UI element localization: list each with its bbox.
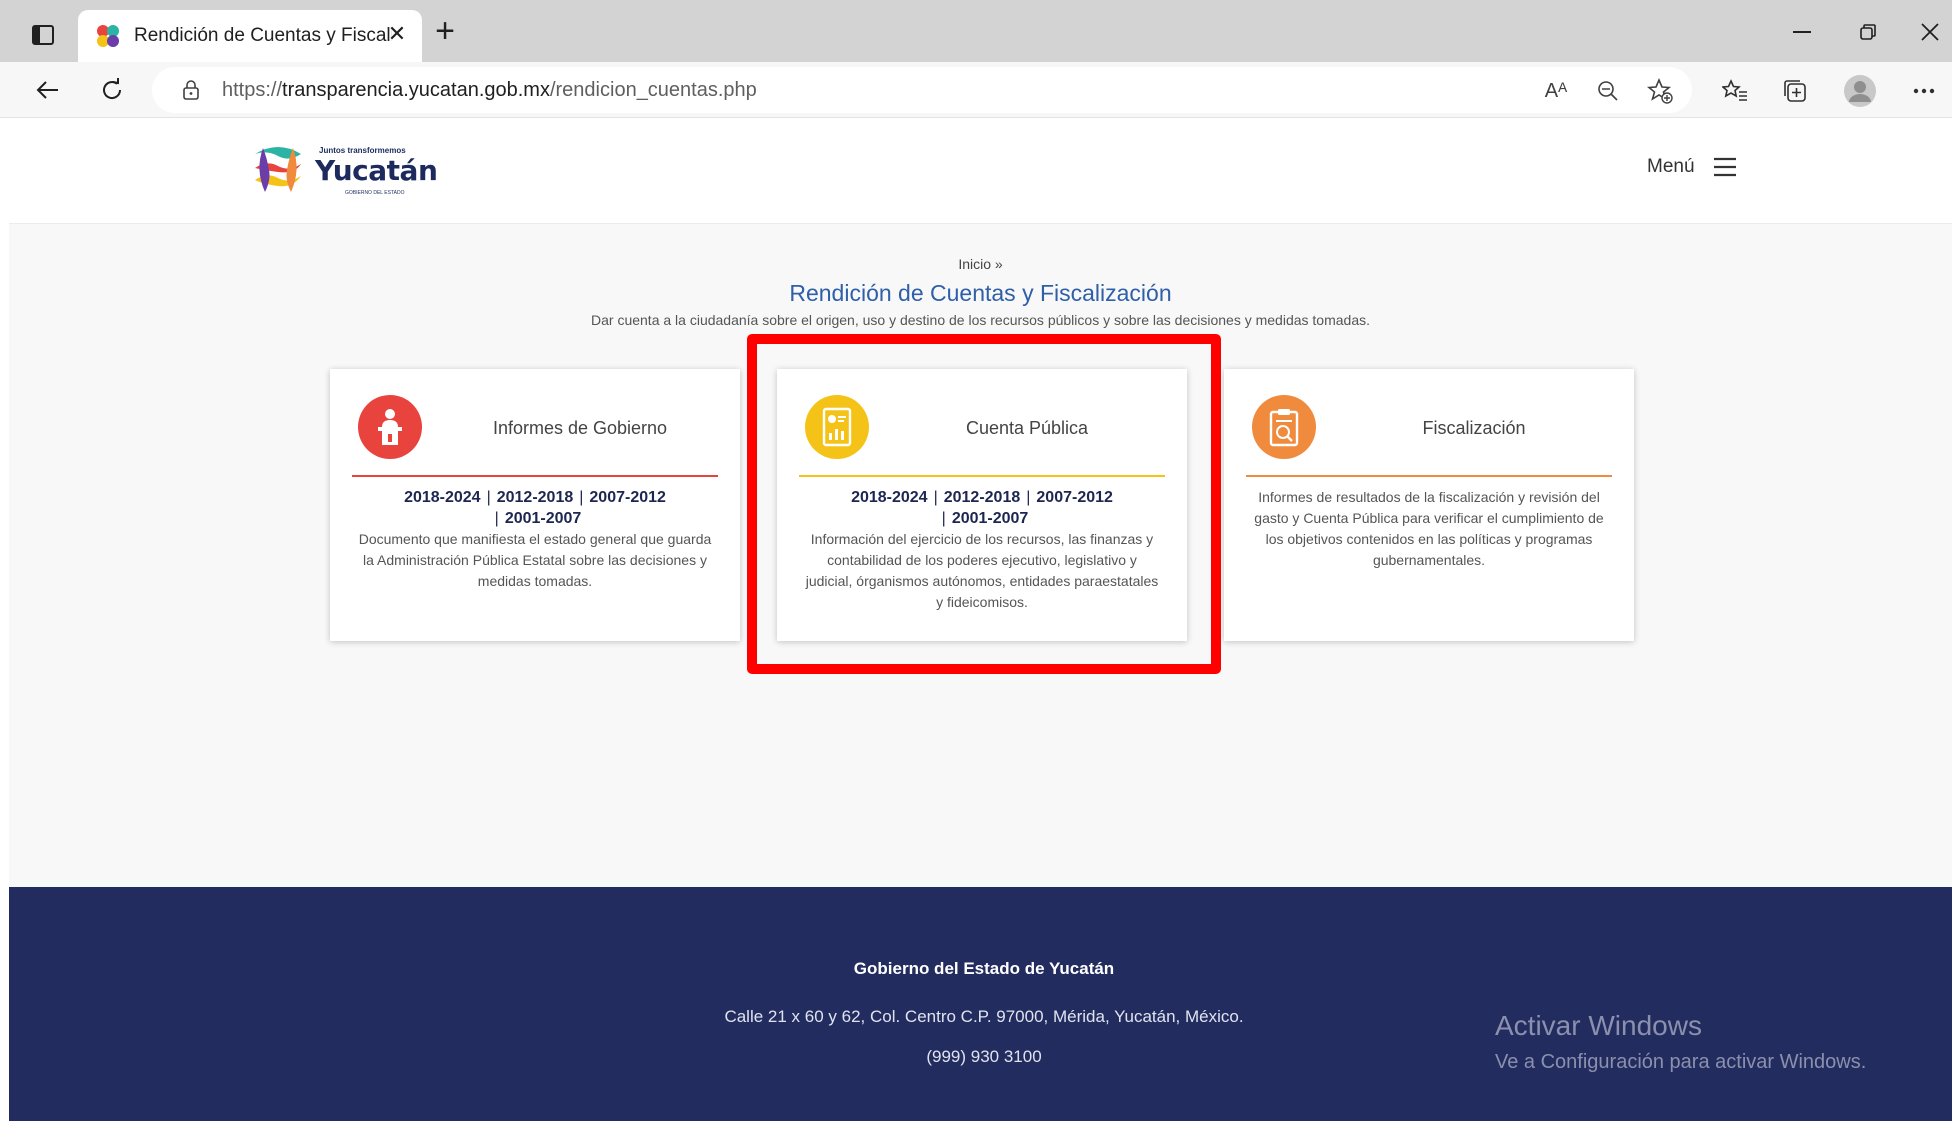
- page-subtitle: Dar cuenta a la ciudadanía sobre el orig…: [591, 312, 1370, 328]
- tab-close-icon[interactable]: ✕: [386, 24, 408, 46]
- more-options-icon[interactable]: [1907, 74, 1941, 108]
- hamburger-menu-icon: [1713, 157, 1736, 177]
- zoom-out-icon[interactable]: [1594, 77, 1622, 105]
- profile-avatar-icon[interactable]: [1843, 74, 1877, 108]
- read-aloud-icon[interactable]: Aᴬ: [1542, 77, 1570, 105]
- highlight-box: [747, 334, 1221, 674]
- url-host: transparencia.yucatan.gob.mx: [282, 79, 550, 101]
- card-divider: [352, 475, 718, 477]
- read-aloud-label: Aᴬ: [1544, 79, 1568, 102]
- card-description: Documento que manifiesta el estado gener…: [358, 531, 712, 589]
- yucatan-emblem-icon: [255, 147, 301, 192]
- menu-button[interactable]: Menú: [1647, 156, 1737, 178]
- back-arrow-icon[interactable]: [28, 72, 68, 108]
- page-title: Rendición de Cuentas y Fiscalización: [789, 280, 1172, 306]
- browser-address-bar: https://transparencia.yucatan.gob.mx/ren…: [0, 62, 1952, 118]
- favorites-icon[interactable]: [1718, 74, 1752, 108]
- logo-subtitle: GOBIERNO DEL ESTADO: [345, 190, 405, 196]
- year-link-2007-2012[interactable]: 2007-2012: [589, 489, 666, 506]
- podium-icon: [358, 395, 422, 459]
- minimize-icon[interactable]: [1780, 14, 1824, 50]
- browser-tab-active[interactable]: Rendición de Cuentas y Fiscalizac ✕: [78, 10, 422, 62]
- card-title: Informes de Gobierno: [492, 418, 668, 438]
- url-scheme: https://: [222, 79, 283, 101]
- card-fiscalizacion: Fiscalización Informes de resultados de …: [1224, 369, 1634, 641]
- lock-icon[interactable]: [180, 79, 202, 101]
- url-text[interactable]: https://transparencia.yucatan.gob.mx/ren…: [222, 79, 757, 102]
- card-title: Fiscalización: [1422, 418, 1526, 438]
- yucatan-logo[interactable]: Juntos transformemos Yucatán GOBIERNO DE…: [249, 140, 439, 200]
- url-path: /rendicion_cuentas.php: [549, 79, 757, 101]
- card-description: Informes de resultados de la fiscalizaci…: [1254, 489, 1604, 568]
- year-link-2018-2024[interactable]: 2018-2024: [404, 489, 481, 506]
- windows-activation-title: Activar Windows: [1495, 1010, 1702, 1041]
- card-divider: [1246, 475, 1612, 477]
- year-link-2012-2018[interactable]: 2012-2018: [497, 489, 574, 506]
- reload-icon[interactable]: [92, 72, 132, 108]
- audit-clipboard-icon: [1252, 395, 1316, 459]
- close-window-icon[interactable]: [1908, 14, 1952, 50]
- yucatan-favicon-icon: [97, 25, 119, 47]
- site-header: Juntos transformemos Yucatán GOBIERNO DE…: [9, 118, 1952, 224]
- windows-activation-subtitle: Ve a Configuración para activar Windows.: [1495, 1051, 1867, 1073]
- tab-title: Rendición de Cuentas y Fiscalizac: [134, 25, 392, 46]
- footer-title: Gobierno del Estado de Yucatán: [853, 959, 1115, 978]
- year-link-2001-2007[interactable]: 2001-2007: [505, 510, 582, 527]
- breadcrumb-home-link[interactable]: Inicio »: [958, 256, 1002, 272]
- browser-tab-bar: Rendición de Cuentas y Fiscalizac ✕ +: [0, 0, 1952, 62]
- add-favorite-icon[interactable]: [1646, 77, 1674, 105]
- url-bar[interactable]: https://transparencia.yucatan.gob.mx/ren…: [152, 67, 1692, 113]
- card-year-links: 2018-2024 | 2012-2018 | 2007-2012 | 2001-2007: [404, 489, 666, 527]
- menu-label: Menú: [1647, 156, 1695, 177]
- breadcrumb[interactable]: Inicio »: [9, 256, 1952, 272]
- site-footer: Gobierno del Estado de Yucatán Calle 21 …: [9, 887, 1952, 1121]
- tab-actions-icon[interactable]: [26, 20, 60, 50]
- new-tab-icon[interactable]: +: [428, 14, 462, 50]
- collections-icon[interactable]: [1778, 74, 1812, 108]
- card-informes-de-gobierno: Informes de Gobierno 2018-2024 | 2012-2018…: [330, 369, 740, 641]
- restore-icon[interactable]: [1846, 14, 1890, 50]
- logo-name: Yucatán: [315, 154, 438, 187]
